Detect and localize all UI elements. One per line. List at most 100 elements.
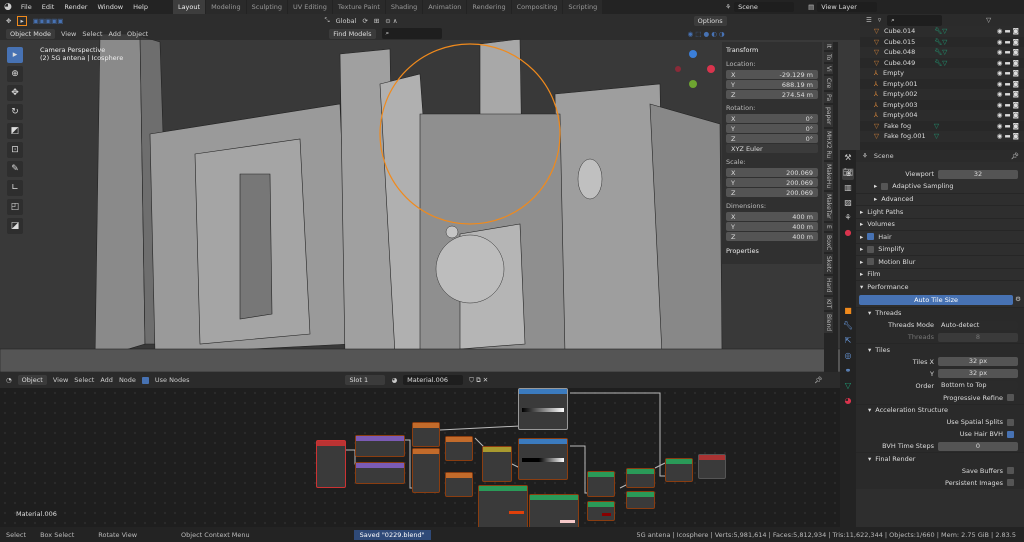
outliner-item[interactable]: ▽ Fake fog ▽ ◉ ▬ ◙ [860, 121, 1024, 132]
node-gradient-texture[interactable] [445, 472, 473, 497]
sidebar-tab[interactable]: Sketc [824, 253, 833, 275]
advanced-panel[interactable]: ▸ Advanced [856, 192, 1024, 206]
location-z-field[interactable]: Z 274.54 m [726, 90, 818, 99]
tab-texture-paint[interactable]: Texture Paint [332, 0, 385, 14]
threads-field[interactable]: 8 [938, 332, 1018, 342]
rotate-icon[interactable]: ↻ [7, 104, 23, 120]
scene-selector[interactable]: Scene [734, 2, 795, 12]
constraints-tab-icon[interactable]: ⚭ [842, 366, 854, 378]
particles-tab-icon[interactable]: ⇱ [842, 336, 854, 348]
menu-object[interactable]: Object [127, 30, 148, 38]
scene-tab-icon[interactable]: ⚘ [842, 213, 854, 225]
rotation-x-field[interactable]: X 0° [726, 114, 818, 123]
visibility-icons[interactable]: ◉ ▬ ◙ [997, 48, 1019, 56]
sidebar-tab[interactable]: Pa [824, 92, 833, 104]
node-mix-rgb[interactable] [482, 446, 512, 482]
node-material-output[interactable] [698, 454, 726, 479]
snap-icon[interactable]: ⊞ [374, 17, 379, 25]
outliner-item[interactable]: ▽ Cube.049 🔧︎▽ ◉ ▬ ◙ [860, 58, 1024, 69]
sidebar-tab[interactable]: Cre [824, 76, 833, 91]
display-mode-icon[interactable]: ☰ [866, 16, 872, 24]
final-render-subpanel[interactable]: ▾ Final Render [856, 452, 1024, 465]
physics-tab-icon[interactable]: ◎ [842, 351, 854, 363]
pivot-icon[interactable]: ⟳ [362, 17, 367, 25]
pin-icon[interactable]: 📌︎ [1011, 152, 1019, 160]
select-box-icon[interactable]: ▸ [7, 47, 23, 63]
outliner-item[interactable]: ⅄ Empty.001 ◉ ▬ ◙ [860, 79, 1024, 90]
use-nodes-checkbox[interactable] [141, 376, 149, 384]
sidebar-tab[interactable]: Vi [824, 64, 833, 75]
pin-icon[interactable]: 📌︎ [814, 376, 822, 384]
outliner-item[interactable]: ⅄ Empty.004 ◉ ▬ ◙ [860, 110, 1024, 121]
outliner-item[interactable]: ▽ Cube.015 🔧︎▽ ◉ ▬ ◙ [860, 37, 1024, 48]
adaptive-sampling-panel[interactable]: ▸ Adaptive Sampling [856, 180, 1024, 193]
film-panel[interactable]: ▸ Film [856, 267, 1024, 281]
outliner-item[interactable]: ▽ Fake fog.001 ▽ ◉ ▬ ◙ [860, 131, 1024, 142]
menu-view[interactable]: View [61, 30, 76, 38]
transform-icon[interactable]: ⊡ [7, 142, 23, 158]
tab-animation[interactable]: Animation [423, 0, 467, 14]
material-name-field[interactable]: Material.006 [403, 375, 464, 385]
node-noise-texture[interactable] [412, 448, 440, 493]
visibility-icons[interactable]: ◉ ▬ ◙ [997, 122, 1019, 130]
slot-dropdown[interactable]: Slot 1 [345, 375, 386, 385]
menu-node[interactable]: Node [119, 376, 136, 384]
modifier-tab-icon[interactable]: 🔧︎ [842, 321, 854, 333]
outliner-search-input[interactable]: ⌕ [887, 14, 943, 26]
sidebar-tab[interactable]: paper [824, 105, 833, 127]
node-add-shader[interactable] [626, 468, 655, 488]
tab-compositing[interactable]: Compositing [511, 0, 563, 14]
order-dropdown[interactable]: Bottom to Top [938, 381, 1018, 390]
node-texture-coordinate[interactable] [316, 440, 346, 488]
sidebar-tab[interactable]: E [824, 222, 833, 231]
tab-rendering[interactable]: Rendering [467, 0, 511, 14]
tiles-x-field[interactable]: 32 px [938, 357, 1018, 366]
acceleration-subpanel[interactable]: ▾ Acceleration Structure [856, 403, 1024, 416]
simplify-panel[interactable]: ▸ Simplify [856, 242, 1024, 256]
node-principled-bsdf[interactable] [529, 494, 579, 527]
shader-type-dropdown[interactable]: Object [17, 375, 47, 385]
rotation-z-field[interactable]: Z 0° [726, 134, 818, 143]
move-icon[interactable]: ✥ [7, 85, 23, 101]
cursor-icon[interactable]: ⊕ [7, 66, 23, 82]
volumes-panel[interactable]: ▸ Volumes [856, 217, 1024, 231]
material-fake-user-icon[interactable]: ⛉ ⧉ ✕ [469, 376, 488, 385]
visibility-icons[interactable]: ◉ ▬ ◙ [997, 59, 1019, 67]
annotate-icon[interactable]: ✎ [7, 161, 23, 177]
node-gradient-texture[interactable] [412, 422, 440, 447]
sidebar-tab[interactable]: KIT [824, 296, 833, 311]
scale-x-field[interactable]: X 200.069 [726, 168, 818, 177]
material-tab-icon[interactable]: ◕ [842, 396, 854, 408]
measure-icon[interactable]: ∟ [7, 180, 23, 196]
transform-header[interactable]: Transform [726, 46, 818, 54]
threads-mode-dropdown[interactable]: Auto-detect [938, 320, 1018, 330]
view-layer-selector[interactable]: View Layer [817, 2, 878, 12]
menu-file[interactable]: File [21, 3, 32, 11]
scale-icon[interactable]: ◩ [7, 123, 23, 139]
progressive-refine-checkbox[interactable] [1007, 394, 1014, 401]
object-mode-dropdown[interactable]: Object Mode [6, 28, 55, 39]
visibility-icons[interactable]: ◉ ▬ ◙ [997, 101, 1019, 109]
save-buffers-checkbox[interactable] [1007, 467, 1014, 474]
bvh-steps-field[interactable]: 0 [938, 441, 1018, 451]
extrude-icon[interactable]: ◪ [7, 218, 23, 234]
dimensions-y-field[interactable]: Y 400 m [726, 222, 818, 231]
location-x-field[interactable]: X -29.129 m [726, 70, 818, 79]
material-browse-icon[interactable]: ◕ [391, 376, 397, 384]
visibility-icons[interactable]: ◉ ▬ ◙ [997, 38, 1019, 46]
proportional-icon[interactable]: ⊙ ∧ [385, 17, 397, 25]
menu-add[interactable]: Add [100, 376, 113, 384]
scale-y-field[interactable]: Y 200.069 [726, 178, 818, 187]
menu-add[interactable]: Add [108, 30, 121, 38]
rotation-mode-dropdown[interactable]: XYZ Euler [726, 144, 818, 153]
visibility-icons[interactable]: ◉ ▬ ◙ [997, 90, 1019, 98]
filter-funnel-icon[interactable]: ▽ [986, 16, 991, 24]
menu-help[interactable]: Help [133, 3, 148, 11]
data-tab-icon[interactable]: ▽ [842, 381, 854, 393]
menu-view[interactable]: View [53, 376, 68, 384]
sidebar-tab[interactable]: Blend [824, 312, 833, 334]
orientation-icon[interactable]: ⤡ [324, 16, 329, 25]
hair-checkbox[interactable] [867, 233, 875, 241]
dimensions-z-field[interactable]: Z 400 m [726, 232, 818, 241]
menu-render[interactable]: Render [64, 3, 87, 11]
